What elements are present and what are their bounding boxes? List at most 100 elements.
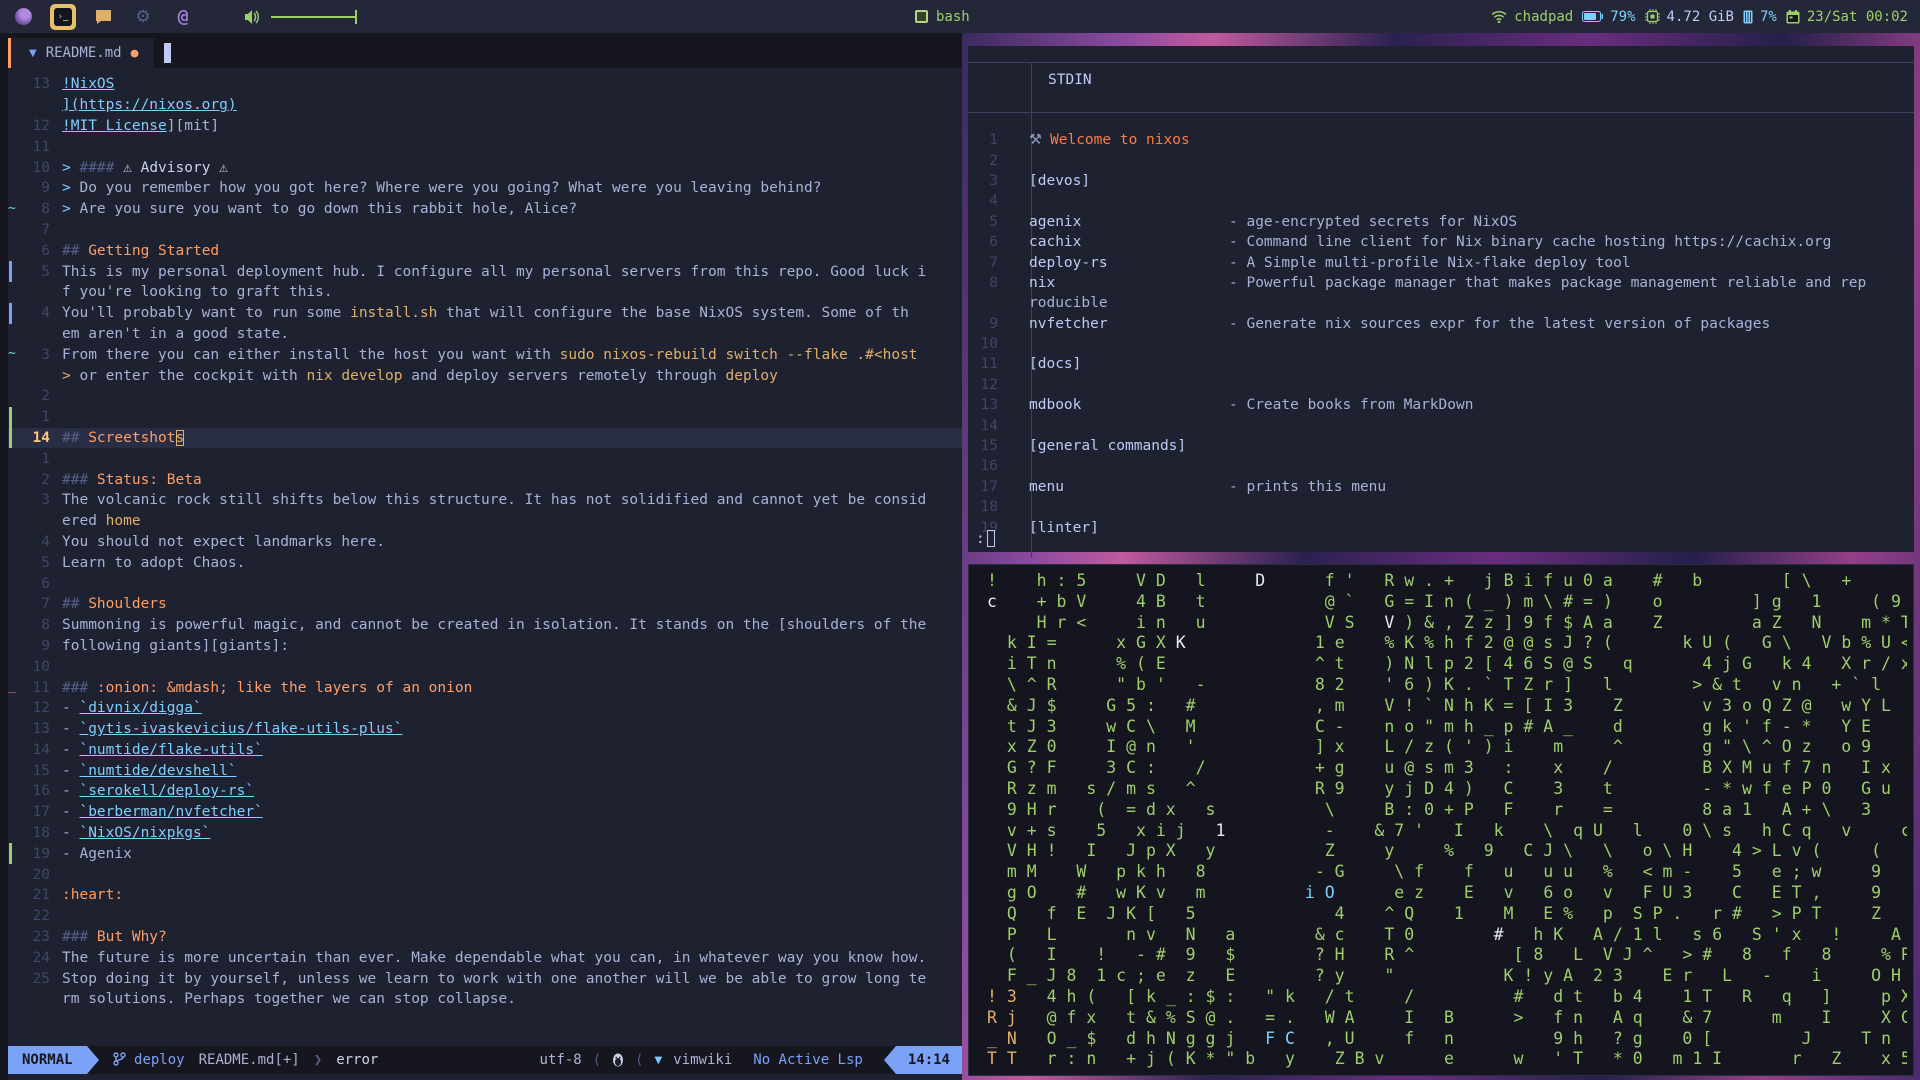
editor-line[interactable]: 22 <box>8 906 962 927</box>
matrix-glyphs: k I = x G X <box>987 633 1176 653</box>
editor-line[interactable]: 6 <box>8 573 962 594</box>
editor-line[interactable]: 2 ### Status: Beta <box>8 469 962 490</box>
terminal-icon[interactable]: ›_ <box>50 3 76 30</box>
matrix-glyphs: G ? F 3 C : / + g u @ s m 3 : x / B X M … <box>987 758 1907 778</box>
line-text: !MIT License][mit] <box>62 118 962 134</box>
editor-line[interactable]: 4 You should not expect landmarks here. <box>8 532 962 553</box>
editor-line[interactable]: 8 Summoning is powerful magic, and cannot… <box>8 615 962 636</box>
pager-line-number: 4 <box>989 193 998 210</box>
editor-line[interactable]: 10 > #### ⚠ Advisory ⚠ <box>8 157 962 178</box>
pager-line-number: 14 <box>980 417 998 434</box>
editor-line[interactable]: 11 <box>8 136 962 157</box>
gutter-sign <box>8 947 20 968</box>
text-segment: But Why? <box>96 929 167 946</box>
git-branch[interactable]: deploy <box>112 1052 185 1068</box>
battery-status[interactable]: 79% <box>1582 8 1636 25</box>
matrix-row: g O # w K v m i O e z E v 6 o v F U 3 C … <box>987 883 1907 904</box>
editor-line[interactable]: 10 <box>8 656 962 677</box>
gear-icon[interactable]: ⚙ <box>130 4 156 30</box>
editor-line[interactable]: 1 <box>8 406 962 428</box>
gutter-sign <box>8 843 20 865</box>
matrix-glyphs: H r < i n u V S <box>987 612 1385 632</box>
line-text: ### :onion: &mdash; like the layers of a… <box>62 680 962 696</box>
network-status[interactable]: chadpad <box>1491 9 1573 25</box>
editor-line[interactable]: 4 You'll probably want to run some instal… <box>8 302 962 324</box>
battery-percent: 79% <box>1610 8 1636 25</box>
ram-icon <box>1743 10 1753 23</box>
matrix-glyphs: F _ J 8 1 c ; e z E ? y " K ! y A 2 3 E … <box>987 966 1901 986</box>
editor-line[interactable]: 7 ## Shoulders <box>8 594 962 615</box>
editor-line[interactable]: > or enter the cockpit with nix develop … <box>8 365 962 386</box>
editor-line[interactable]: 25 Stop doing it by yourself, unless we l… <box>8 968 962 989</box>
editor-line[interactable]: 21:heart: <box>8 885 962 906</box>
text-segment: :heart: <box>62 887 124 904</box>
editor-line[interactable]: 12- `divnix/digga` <box>8 698 962 719</box>
editor-line[interactable]: 2 <box>8 386 962 407</box>
editor-buffer[interactable]: 13 !NixOS](https://nixos.org) 12 !MIT Licen… <box>8 74 962 1046</box>
firefox-icon[interactable] <box>10 4 36 30</box>
line-number: 25 <box>32 970 50 987</box>
tab-readme[interactable]: ▼ README.md ● <box>11 38 155 68</box>
editor-line[interactable]: 9 following giants][giants]: <box>8 636 962 657</box>
editor-line[interactable]: 1 <box>8 448 962 469</box>
editor-line[interactable]: 20 <box>8 864 962 885</box>
editor-line[interactable]: ~3 From there you can either install the … <box>8 344 962 365</box>
cpu-status[interactable]: 7% <box>1743 9 1777 25</box>
editor-line[interactable]: 13 !NixOS <box>8 74 962 95</box>
matrix-glyphs: Q f E J K [ 5 4 ^ Q 1 M E % p S P . r # … <box>987 903 1882 923</box>
editor-line[interactable]: 12 !MIT License][mit] <box>8 116 962 137</box>
line-number: 2 <box>41 388 50 405</box>
pager-line: 3 [devos] <box>968 171 1914 191</box>
gutter-sign <box>8 719 20 740</box>
editor-line[interactable]: rm solutions. Perhaps together we can st… <box>8 989 962 1010</box>
editor-line[interactable]: 17- `berberman/nvfetcher` <box>8 802 962 823</box>
editor-line[interactable]: 7 <box>8 220 962 241</box>
editor-line[interactable]: 14- `numtide/flake-utils` <box>8 740 962 761</box>
editor-line[interactable]: f you're looking to graft this. <box>8 282 962 303</box>
editor-line[interactable]: ~8 > Are you sure you want to go down thi… <box>8 199 962 220</box>
speaker-icon[interactable] <box>244 9 261 25</box>
text-segment: You should not expect landmarks here. <box>62 533 386 550</box>
editor-line[interactable]: 5 This is my personal deployment hub. I c… <box>8 261 962 282</box>
editor-line[interactable]: 6 ## Getting Started <box>8 240 962 261</box>
command-description: - Powerful package manager that makes pa… <box>1229 274 1867 291</box>
mode-indicator: NORMAL <box>8 1046 87 1074</box>
matrix-row: t J 3 w C \ M C - n o " m h _ p # A _ d … <box>987 717 1907 738</box>
editor-line[interactable]: 15- `numtide/devshell` <box>8 760 962 781</box>
pager-line-number: 1 <box>989 132 998 149</box>
memory-status[interactable]: 4.72 GiB <box>1644 9 1734 25</box>
matrix-window[interactable]: ! h : 5 V D l D f ' R w . + j B i f u 0 … <box>968 564 1914 1076</box>
editor-line[interactable]: 19 - Agenix <box>8 843 962 865</box>
editor-cursor: s <box>175 429 185 446</box>
matrix-row: H r < i n u V S V ) & , Z z ] 9 f $ A a … <box>987 613 1907 634</box>
editor-line[interactable]: 18- `NixOS/nixpkgs` <box>8 823 962 844</box>
text-segment: ## <box>62 242 89 259</box>
editor-line[interactable]: 24 The future is more uncertain than ever… <box>8 947 962 968</box>
editor-line[interactable]: 14 ## Screetshots <box>8 427 962 449</box>
clock-status[interactable]: 23/Sat 00:02 <box>1786 9 1908 25</box>
pager-line-number: 2 <box>989 152 998 169</box>
editor-line[interactable]: 9 > Do you remember how you got here? Whe… <box>8 178 962 199</box>
volume-slider[interactable] <box>271 9 357 24</box>
editor-line[interactable]: _ 11 ### :onion: &mdash; like the layers o… <box>8 677 962 698</box>
editor-line[interactable]: ered home <box>8 511 962 532</box>
editor-line[interactable]: 16- `serokell/deploy-rs` <box>8 781 962 802</box>
editor-window[interactable]: ▼ README.md ● 13 !NixOS](https://nixos.or… <box>8 38 962 1080</box>
text-segment: Shoulders <box>88 596 167 613</box>
filetype-icon: ▼ <box>654 1054 663 1066</box>
pager-prompt[interactable]: : <box>976 530 995 547</box>
editor-line[interactable]: em aren't in a good state. <box>8 324 962 345</box>
wifi-icon <box>1491 10 1507 23</box>
editor-line[interactable]: 13- `gytis-ivaskevicius/flake-utils-plus… <box>8 719 962 740</box>
line-number: 14 <box>32 429 50 446</box>
editor-line[interactable]: 23 ### But Why? <box>8 927 962 948</box>
pager-window[interactable]: STDIN 1 ⚒ Welcome to nixos 2 3 [devos] 4 5 ageni… <box>968 46 1914 558</box>
editor-line[interactable]: ](https://nixos.org) <box>8 95 962 116</box>
volume-slider-handle[interactable] <box>355 9 357 24</box>
editor-line[interactable]: 3 The volcanic rock still shifts below th… <box>8 490 962 511</box>
command-name: menu <box>1029 478 1064 495</box>
time-arrow <box>883 1046 896 1074</box>
chat-icon[interactable] <box>90 4 116 30</box>
mastodon-icon[interactable]: @ <box>170 4 196 30</box>
editor-line[interactable]: 5 Learn to adopt Chaos. <box>8 552 962 573</box>
